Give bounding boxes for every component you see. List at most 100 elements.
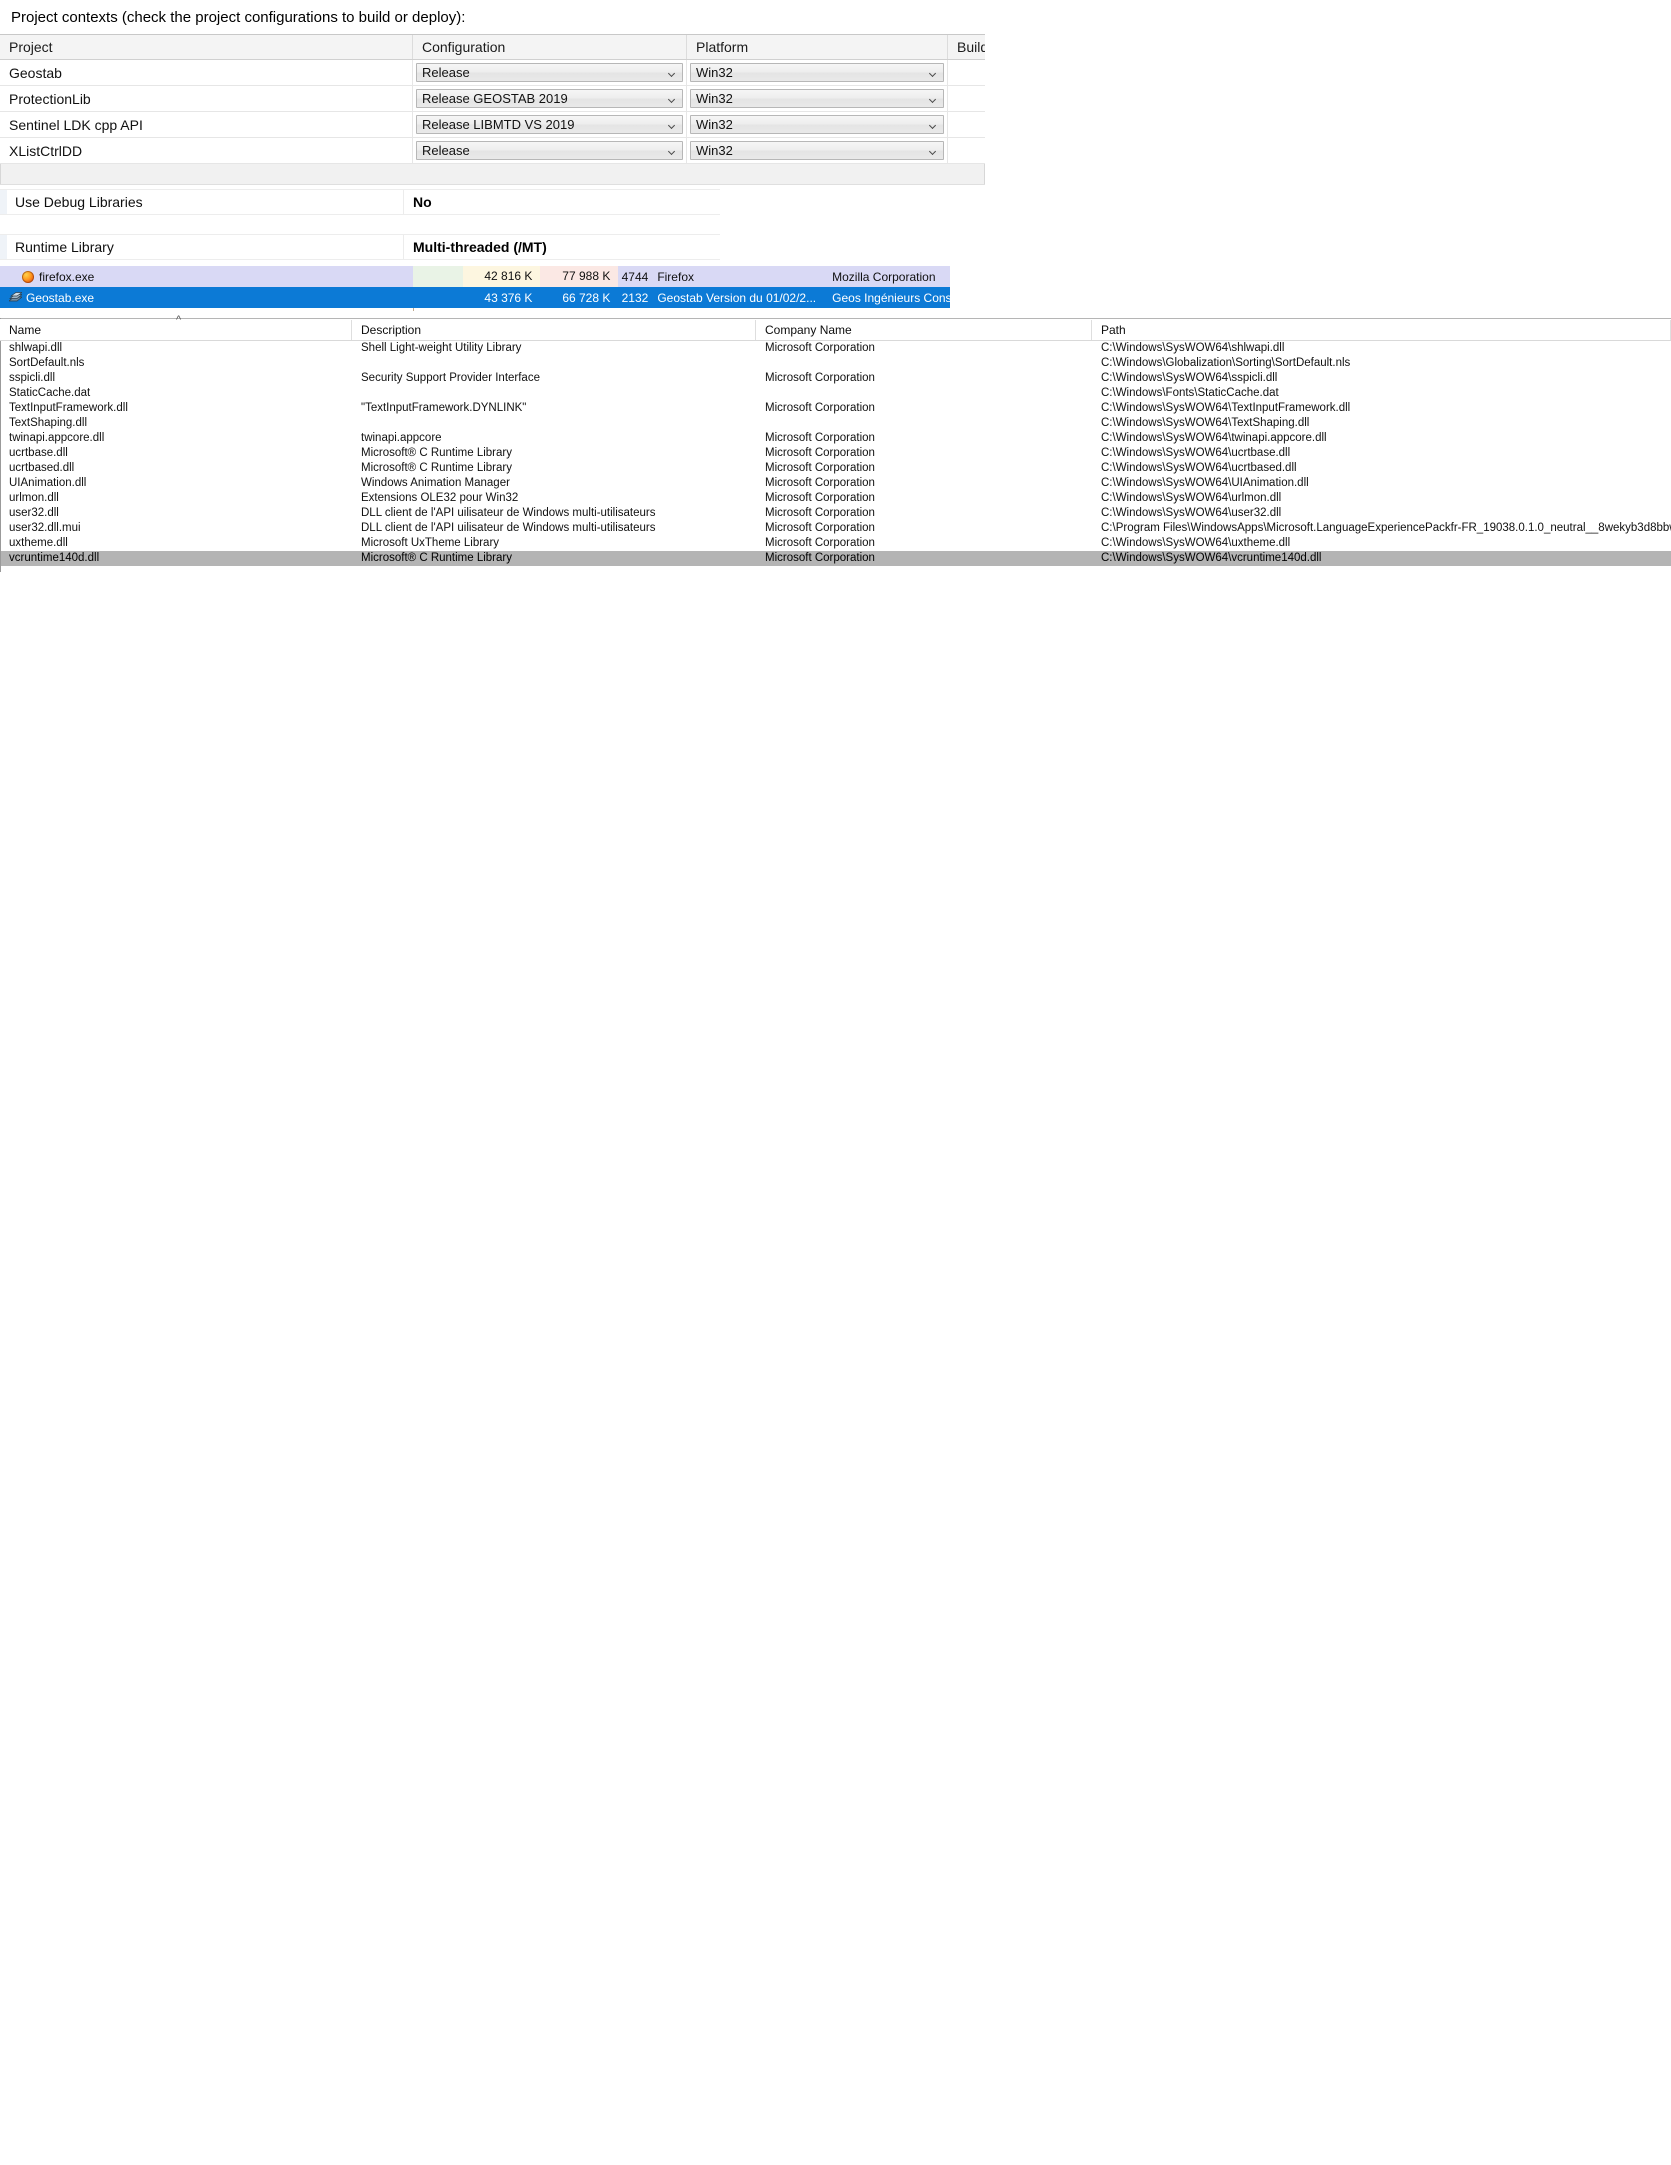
dll-name: user32.dll.mui xyxy=(9,522,81,534)
configuration-dropdown[interactable]: Release GEOSTAB 2019 xyxy=(416,89,683,108)
dll-table-row[interactable]: ucrtbase.dll Microsoft® C Runtime Library… xyxy=(0,446,1671,461)
project-row[interactable]: Geostab Release Win32 xyxy=(0,60,985,86)
dll-table-row[interactable]: uxtheme.dll Microsoft UxTheme Library Micr… xyxy=(0,536,1671,551)
property-row-runtime-library[interactable]: Runtime Library Multi-threaded (/MT) xyxy=(0,234,720,260)
dll-path: C:\Windows\Globalization\Sorting\SortDef… xyxy=(1101,357,1351,369)
dll-description xyxy=(352,416,756,431)
dll-description: Microsoft UxTheme Library xyxy=(361,537,500,549)
dll-table-row[interactable]: SortDefault.nls C:\Windows\Globalization\… xyxy=(0,356,1671,371)
dll-rows-container: shlwapi.dll Shell Light-weight Utility Li… xyxy=(0,341,1671,566)
dll-description: Microsoft® C Runtime Library xyxy=(361,552,512,564)
dll-table-row[interactable]: shlwapi.dll Shell Light-weight Utility Li… xyxy=(0,341,1671,356)
column-header-configuration[interactable]: Configuration xyxy=(413,35,687,59)
property-row-accent xyxy=(0,190,7,214)
dll-name: ucrtbase.dll xyxy=(9,447,68,459)
dll-description: Microsoft® C Runtime Library xyxy=(361,447,512,459)
chevron-down-icon xyxy=(669,149,676,153)
chevron-down-icon xyxy=(930,123,937,127)
property-value[interactable]: Multi-threaded (/MT) xyxy=(404,239,547,255)
project-name: Sentinel LDK cpp API xyxy=(0,112,413,137)
dll-company: Microsoft Corporation xyxy=(765,447,875,459)
column-header-description[interactable]: Description xyxy=(352,320,756,340)
column-header-company-name[interactable]: Company Name xyxy=(756,320,1092,340)
dll-table-row[interactable]: user32.dll DLL client de l'API uilisateur… xyxy=(0,506,1671,521)
column-header-build[interactable]: Build xyxy=(948,35,985,59)
project-row[interactable]: Sentinel LDK cpp API Release LIBMTD VS 2… xyxy=(0,112,985,138)
dll-company xyxy=(756,386,1092,401)
build-checkbox-cell[interactable] xyxy=(948,60,985,85)
dll-table-row[interactable]: UIAnimation.dll Windows Animation Manager… xyxy=(0,476,1671,491)
dll-company: Microsoft Corporation xyxy=(765,342,875,354)
dll-list-left-border xyxy=(0,318,1,572)
column-header-platform[interactable]: Platform xyxy=(687,35,948,59)
platform-dropdown[interactable]: Win32 xyxy=(690,63,944,82)
process-row-firefox[interactable]: firefox.exe 42 816 K 77 988 K 4744 Firef… xyxy=(0,266,950,287)
project-contexts-caption: Project contexts (check the project conf… xyxy=(11,9,466,26)
configuration-cell: Release GEOSTAB 2019 xyxy=(413,86,687,111)
dll-table-row[interactable]: twinapi.appcore.dll twinapi.appcore Micros… xyxy=(0,431,1671,446)
platform-cell: Win32 xyxy=(687,138,948,163)
process-company: Geos Ingénieurs Conseils xyxy=(832,290,951,305)
platform-dropdown[interactable]: Win32 xyxy=(690,115,944,134)
dll-company: Microsoft Corporation xyxy=(765,432,875,444)
configuration-value: Release GEOSTAB 2019 xyxy=(422,91,568,106)
dll-description: DLL client de l'API uilisateur de Window… xyxy=(361,507,656,519)
configuration-value: Release xyxy=(422,143,470,158)
column-header-path[interactable]: Path xyxy=(1092,320,1671,340)
process-name-cell: firefox.exe xyxy=(0,266,413,287)
firefox-icon xyxy=(22,270,34,283)
build-checkbox-cell[interactable] xyxy=(948,138,985,163)
configuration-dropdown[interactable]: Release xyxy=(416,141,683,160)
dll-table-row[interactable]: ucrtbased.dll Microsoft® C Runtime Librar… xyxy=(0,461,1671,476)
dll-path: C:\Windows\SysWOW64\user32.dll xyxy=(1101,507,1282,519)
dll-table-row[interactable]: urlmon.dll Extensions OLE32 pour Win32 Mic… xyxy=(0,491,1671,506)
configuration-dropdown[interactable]: Release xyxy=(416,63,683,82)
project-name: ProtectionLib xyxy=(0,86,413,111)
dll-description: "TextInputFramework.DYNLINK" xyxy=(361,402,527,414)
platform-cell: Win32 xyxy=(687,86,948,111)
platform-dropdown[interactable]: Win32 xyxy=(690,141,944,160)
project-row[interactable]: ProtectionLib Release GEOSTAB 2019 Win32 xyxy=(0,86,985,112)
dll-path: C:\Windows\SysWOW64\uxtheme.dll xyxy=(1101,537,1291,549)
dll-name: SortDefault.nls xyxy=(9,357,85,369)
dll-table-row[interactable]: TextInputFramework.dll "TextInputFramewor… xyxy=(0,401,1671,416)
project-name: Geostab xyxy=(0,60,413,85)
dll-name: UIAnimation.dll xyxy=(9,477,87,489)
chevron-down-icon xyxy=(930,97,937,101)
dll-description: Security Support Provider Interface xyxy=(361,372,540,384)
configuration-value: Release xyxy=(422,65,470,80)
dll-company xyxy=(756,416,1092,431)
process-private-bytes: 43 376 K xyxy=(484,290,533,305)
platform-dropdown[interactable]: Win32 xyxy=(690,89,944,108)
build-checkbox-cell[interactable] xyxy=(948,112,985,137)
dll-table-row[interactable]: TextShaping.dll C:\Windows\SysWOW64\TextS… xyxy=(0,416,1671,431)
process-working-set: 77 988 K xyxy=(540,266,619,287)
property-row-accent xyxy=(0,235,7,259)
property-value[interactable]: No xyxy=(404,194,432,210)
configuration-dropdown[interactable]: Release LIBMTD VS 2019 xyxy=(416,115,683,134)
dll-list-panel: ^ Name Description Company Name Path shl… xyxy=(0,315,1671,572)
configuration-cell: Release xyxy=(413,60,687,85)
project-row[interactable]: XListCtrlDD Release Win32 xyxy=(0,138,985,164)
dll-name: TextShaping.dll xyxy=(9,417,87,429)
dll-name: user32.dll xyxy=(9,507,59,519)
process-row-geostab[interactable]: Geostab.exe 43 376 K 66 728 K 2132 Geost… xyxy=(0,287,950,308)
process-private-bytes: 42 816 K xyxy=(462,266,541,287)
dll-company: Microsoft Corporation xyxy=(765,402,875,414)
property-row-use-debug-libraries[interactable]: Use Debug Libraries No xyxy=(0,189,720,215)
dll-path: C:\Windows\SysWOW64\UIAnimation.dll xyxy=(1101,477,1309,489)
configuration-cell: Release LIBMTD VS 2019 xyxy=(413,112,687,137)
build-checkbox-cell[interactable] xyxy=(948,86,985,111)
dll-path: C:\Windows\SysWOW64\ucrtbase.dll xyxy=(1101,447,1291,459)
dll-table-row[interactable]: vcruntime140d.dll Microsoft® C Runtime Li… xyxy=(0,551,1671,566)
dll-name: ucrtbased.dll xyxy=(9,462,75,474)
dll-table-row[interactable]: sspicli.dll Security Support Provider Int… xyxy=(0,371,1671,386)
dll-name: vcruntime140d.dll xyxy=(9,552,100,564)
dll-name: sspicli.dll xyxy=(9,372,56,384)
dll-path: C:\Windows\SysWOW64\urlmon.dll xyxy=(1101,492,1282,504)
process-description: Firefox xyxy=(657,269,694,284)
dll-table-row[interactable]: user32.dll.mui DLL client de l'API uilisa… xyxy=(0,521,1671,536)
column-header-project[interactable]: Project xyxy=(0,35,413,59)
dll-table-row[interactable]: StaticCache.dat C:\Windows\Fonts\StaticCa… xyxy=(0,386,1671,401)
dll-description xyxy=(352,356,756,371)
